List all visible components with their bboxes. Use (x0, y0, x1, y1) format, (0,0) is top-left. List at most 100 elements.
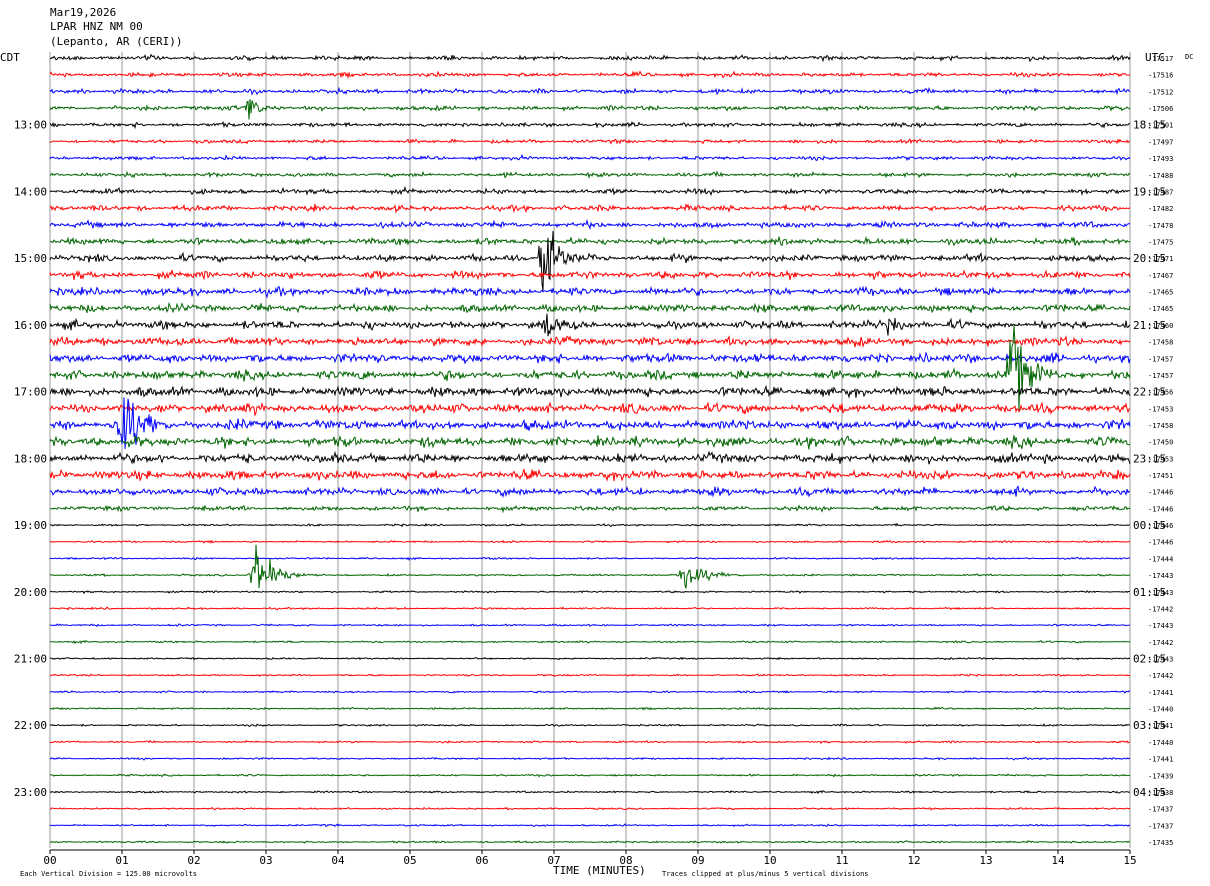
x-tick-label-14: 14 (1051, 854, 1065, 867)
trace-line-39 (49, 706, 1131, 711)
seismic-traces (49, 53, 1131, 844)
dc-offset-label: -17440 (1148, 739, 1173, 747)
trace-line-28 (49, 522, 1131, 528)
dc-offset-label: -17446 (1148, 489, 1173, 497)
helicorder-chart: -17517-17516-17512-17506-17501-17497-174… (0, 6, 1193, 878)
dc-offset-label: -17453 (1148, 405, 1173, 413)
dc-offset-label: -17437 (1148, 806, 1173, 814)
cdt-time-label: 23:00 (14, 786, 47, 799)
trace-line-42 (49, 756, 1131, 761)
trace-line-43 (49, 773, 1131, 778)
dc-offset-label: -17506 (1148, 105, 1173, 113)
dc-offset-label: -17446 (1148, 539, 1173, 547)
trace-line-24 (49, 450, 1131, 465)
dc-offset-label: -17451 (1148, 472, 1173, 480)
trace-line-41 (49, 739, 1131, 745)
trace-line-10 (49, 218, 1131, 231)
scale-note: Each Vertical Division = 125.00 microvol… (20, 870, 197, 878)
trace-line-37 (49, 673, 1131, 678)
trace-line-7 (49, 170, 1131, 180)
x-tick-label-05: 05 (403, 854, 416, 867)
trace-line-11 (49, 235, 1131, 247)
dc-header-label: DC (1185, 53, 1193, 61)
dc-offset-label: -17450 (1148, 439, 1173, 447)
utc-time-label: 04:15 (1133, 786, 1166, 799)
trace-line-38 (49, 690, 1131, 694)
dc-offset-label: -17482 (1148, 205, 1173, 213)
trace-line-35 (49, 640, 1131, 645)
trace-line-1 (49, 70, 1131, 80)
trace-line-36 (49, 656, 1131, 661)
cdt-zone-label: CDT (0, 51, 20, 64)
dc-offset-label: -17440 (1148, 706, 1173, 714)
x-tick-label-10: 10 (763, 854, 776, 867)
cdt-time-label: 14:00 (14, 185, 47, 198)
cdt-time-label: 18:00 (14, 452, 47, 465)
utc-zone-label: UTC (1145, 51, 1165, 64)
dc-offset-label: -17457 (1148, 355, 1173, 363)
trace-line-2 (49, 86, 1131, 96)
trace-line-6 (49, 153, 1131, 162)
dc-offset-label: -17443 (1148, 622, 1173, 630)
trace-line-25 (49, 468, 1131, 482)
trace-line-47 (50, 840, 1131, 844)
x-tick-label-13: 13 (979, 854, 992, 867)
utc-time-label: 00:15 (1133, 519, 1166, 532)
cdt-time-label: 22:00 (14, 719, 47, 732)
trace-line-40 (49, 723, 1131, 728)
cdt-time-label: 17:00 (14, 386, 47, 399)
trace-line-4 (49, 120, 1131, 130)
utc-time-label: 23:15 (1133, 452, 1166, 465)
trace-line-29 (49, 539, 1131, 544)
trace-line-16 (49, 313, 1131, 337)
x-tick-label-09: 09 (691, 854, 704, 867)
trace-line-34 (49, 623, 1131, 628)
dc-offset-label: -17516 (1148, 72, 1173, 80)
utc-time-label: 18:15 (1133, 119, 1166, 132)
dc-offset-label: -17444 (1148, 555, 1173, 563)
trace-line-15 (49, 301, 1131, 314)
x-tick-label-11: 11 (835, 854, 848, 867)
cdt-time-label: 16:00 (14, 319, 47, 332)
utc-time-label: 22:15 (1133, 386, 1166, 399)
dc-offset-label: -17497 (1148, 138, 1173, 146)
minute-gridlines (49, 52, 1131, 848)
x-tick-label-15: 15 (1123, 854, 1136, 867)
trace-line-45 (49, 806, 1131, 811)
utc-time-label: 19:15 (1133, 185, 1166, 198)
station-label: LPAR HNZ NM 00 (50, 20, 143, 33)
dc-offset-label: -17442 (1148, 605, 1173, 613)
x-tick-label-04: 04 (331, 854, 345, 867)
dc-offset-label: -17441 (1148, 756, 1173, 764)
trace-line-17 (49, 335, 1131, 349)
cdt-time-label: 13:00 (14, 119, 47, 132)
dc-offset-label: -17465 (1148, 305, 1173, 313)
cdt-time-label: 20:00 (14, 586, 47, 599)
dc-offset-label: -17465 (1148, 289, 1173, 297)
dc-offset-label: -17488 (1148, 172, 1173, 180)
trace-line-21 (49, 401, 1131, 417)
dc-offset-label: -17457 (1148, 372, 1173, 380)
dc-offset-label: -17467 (1148, 272, 1173, 280)
trace-line-18 (49, 351, 1131, 365)
trace-line-23 (49, 434, 1131, 450)
trace-line-8 (49, 185, 1131, 197)
trace-line-19 (49, 325, 1131, 413)
trace-line-3 (49, 99, 1131, 120)
trace-line-46 (49, 823, 1131, 828)
dc-offset-label: -17441 (1148, 689, 1173, 697)
utc-time-label: 03:15 (1133, 719, 1166, 732)
x-tick-label-12: 12 (907, 854, 920, 867)
dc-offset-label: -17512 (1148, 88, 1173, 96)
x-axis-label: TIME (MINUTES) (553, 864, 646, 877)
date-label: Mar19,2026 (50, 6, 116, 19)
utc-time-label: 20:15 (1133, 252, 1166, 265)
dc-offset-label: -17475 (1148, 238, 1173, 246)
trace-line-30 (49, 556, 1130, 561)
x-tick-label-00: 00 (43, 854, 56, 867)
utc-time-label: 01:15 (1133, 586, 1166, 599)
dc-offset-label: -17442 (1148, 639, 1173, 647)
trace-line-20 (49, 384, 1131, 399)
trace-line-26 (49, 485, 1131, 499)
trace-line-33 (49, 606, 1130, 611)
